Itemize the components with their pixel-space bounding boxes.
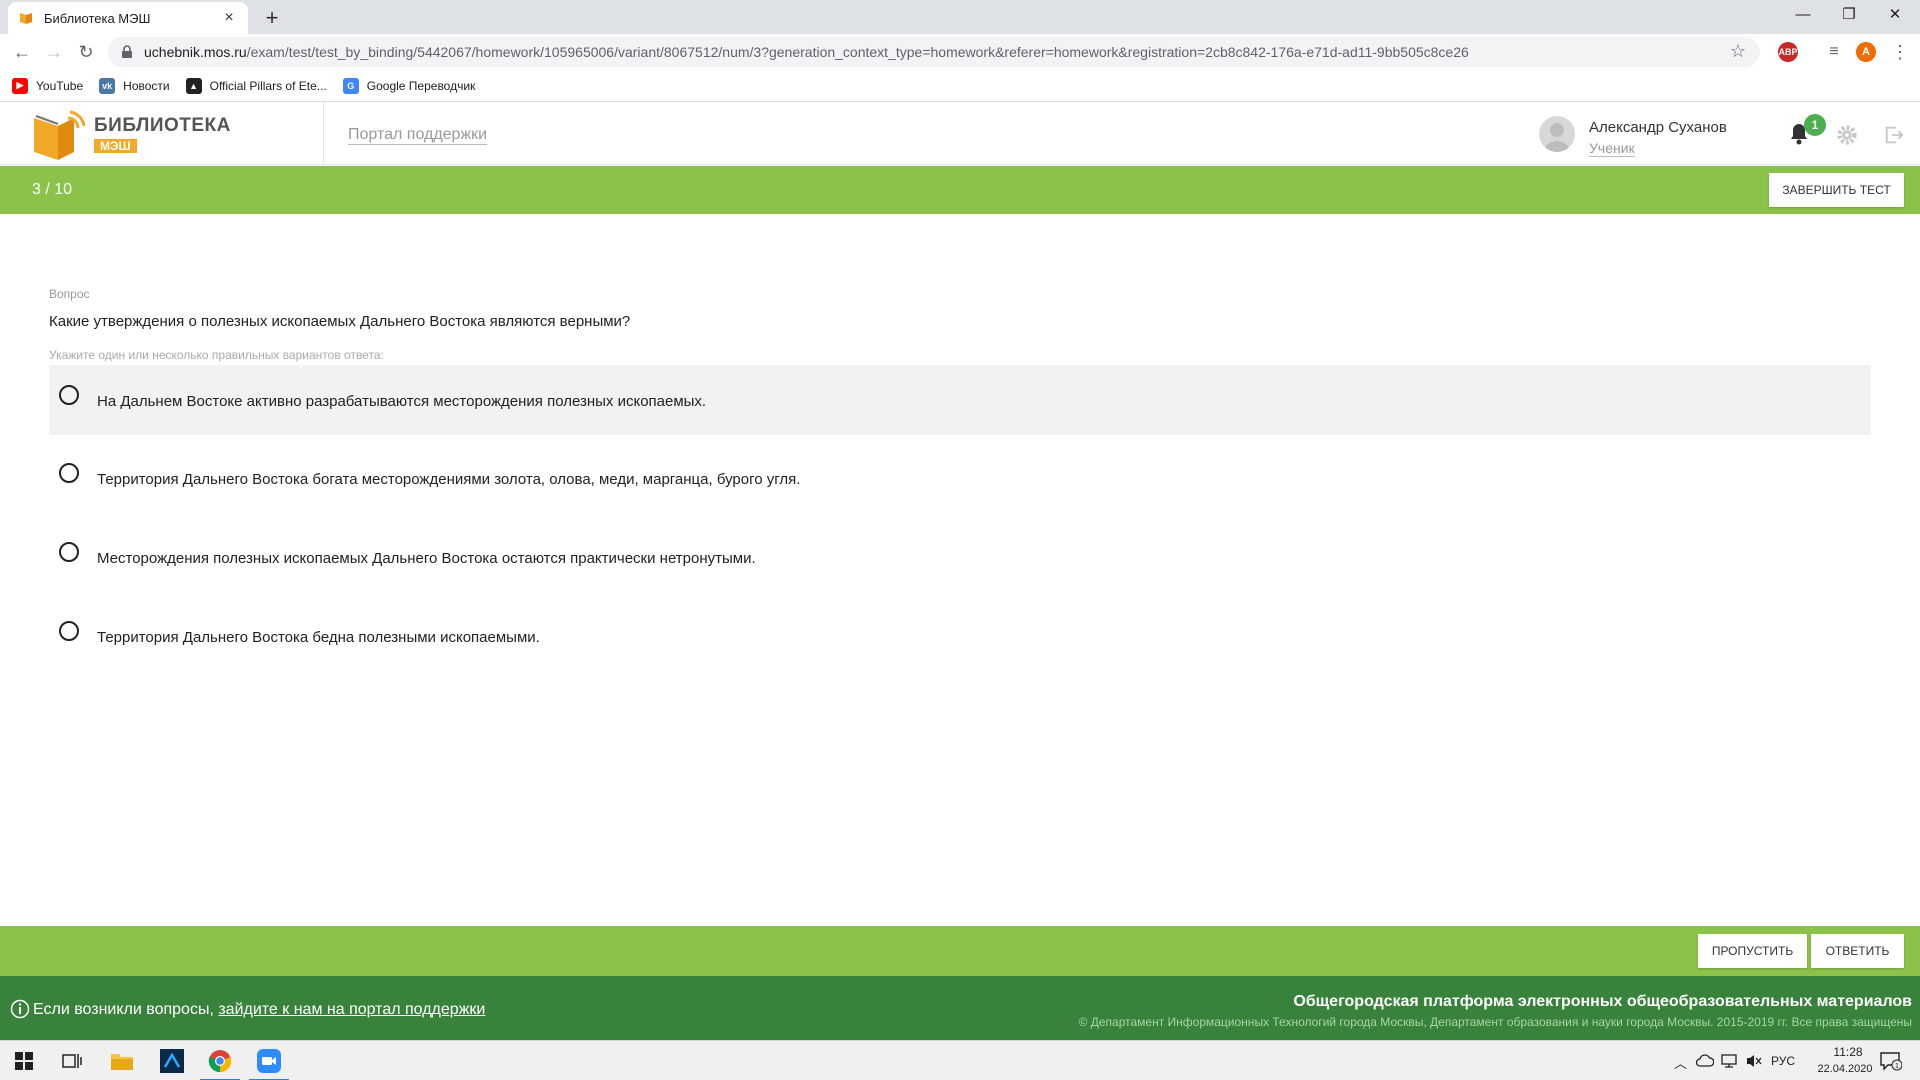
header-divider xyxy=(323,102,324,165)
logout-icon[interactable] xyxy=(1883,124,1905,146)
clock-time[interactable]: 11:28 xyxy=(1820,1045,1876,1059)
lock-icon xyxy=(122,45,132,58)
url-host: uchebnik.mos.ru xyxy=(144,44,247,60)
photoshop-app-icon[interactable] xyxy=(148,1041,196,1080)
clock-date[interactable]: 22.04.2020 xyxy=(1805,1063,1885,1075)
footer-help-prefix: Если возникли вопросы, xyxy=(33,1001,219,1018)
footer-help-text: Если возникли вопросы, зайдите к нам на … xyxy=(33,1001,485,1019)
skip-button[interactable]: ПРОПУСТИТЬ xyxy=(1698,934,1807,968)
site-footer: Если возникли вопросы, зайдите к нам на … xyxy=(0,976,1920,1040)
answer-text: Месторождения полезных ископаемых Дальне… xyxy=(97,550,756,567)
back-arrow-icon[interactable]: ← xyxy=(8,38,36,66)
tab-title: Библиотека МЭШ xyxy=(44,10,151,26)
question-text: Какие утверждения о полезных ископаемых … xyxy=(49,313,631,330)
zoom-app-icon[interactable] xyxy=(245,1041,293,1080)
windows-taskbar: ︿ РУС 11:28 22.04.2020 1 xyxy=(0,1040,1920,1080)
bookmark-novosti[interactable]: vk Новости xyxy=(99,77,170,94)
input-language-indicator[interactable]: РУС xyxy=(1771,1054,1795,1068)
user-silhouette-icon xyxy=(1544,123,1570,152)
browser-toolbar: ← → ↻ uchebnik.mos.ru/exam/test/test_by_… xyxy=(0,34,1920,70)
google-translate-icon: G xyxy=(342,77,359,94)
finish-test-button[interactable]: ЗАВЕРШИТЬ ТЕСТ xyxy=(1769,173,1904,207)
bookmark-youtube[interactable]: ▶ YouTube xyxy=(12,77,84,94)
bookmark-label: Official Pillars of Ete... xyxy=(209,78,327,93)
answer-hint: Укажите один или несколько правильных ва… xyxy=(49,348,384,362)
restore-button[interactable]: ❐ xyxy=(1826,0,1872,30)
question-counter: 3 / 10 xyxy=(32,181,73,198)
answer-option-1[interactable]: На Дальнем Востоке активно разрабатывают… xyxy=(49,365,1871,435)
action-center-count: 1 xyxy=(1895,1063,1899,1070)
bookmark-google-translate[interactable]: G Google Переводчик xyxy=(342,77,476,94)
bookmark-label: YouTube xyxy=(36,78,84,93)
forward-arrow-icon[interactable]: → xyxy=(40,38,68,66)
window-close-button[interactable]: ✕ xyxy=(1872,0,1918,30)
new-tab-button[interactable]: + xyxy=(258,4,286,32)
answer-text: На Дальнем Востоке активно разрабатывают… xyxy=(97,393,707,410)
network-icon[interactable] xyxy=(1720,1053,1738,1069)
answer-text: Территория Дальнего Востока богата место… xyxy=(97,471,801,488)
browser-tab[interactable]: Библиотека МЭШ × xyxy=(8,2,248,34)
minimize-button[interactable]: — xyxy=(1780,0,1826,30)
bookmark-label: Google Переводчик xyxy=(366,78,476,93)
gear-icon[interactable] xyxy=(1836,124,1858,146)
radio-button[interactable] xyxy=(59,621,79,641)
test-progress-bar: 3 / 10 ЗАВЕРШИТЬ ТЕСТ xyxy=(0,166,1920,214)
bookmarks-bar: ▶ YouTube vk Новости ▲ Official Pillars … xyxy=(0,70,1920,102)
answer-text: Территория Дальнего Востока бедна полезн… xyxy=(97,629,540,646)
pillars-icon: ▲ xyxy=(185,77,202,94)
question-caption: Вопрос xyxy=(49,287,90,301)
answer-option-2[interactable]: Территория Дальнего Востока богата место… xyxy=(49,443,1871,513)
youtube-icon: ▶ xyxy=(12,77,28,94)
logo-title: БИБЛИОТЕКА xyxy=(94,115,231,136)
task-view-icon[interactable] xyxy=(48,1041,96,1080)
bookmark-star-icon[interactable]: ☆ xyxy=(1730,41,1746,62)
support-portal-link[interactable]: Портал поддержки xyxy=(348,126,488,145)
user-name: Александр Суханов xyxy=(1589,119,1727,136)
close-icon[interactable]: × xyxy=(220,9,238,27)
radio-button[interactable] xyxy=(59,463,79,483)
tray-chevron-up-icon[interactable]: ︿ xyxy=(1674,1053,1687,1072)
adblock-extension-icon[interactable]: ABP xyxy=(1778,42,1798,62)
chrome-app-icon[interactable] xyxy=(196,1041,244,1080)
library-logo[interactable]: БИБЛИОТЕКА МЭШ xyxy=(30,108,320,162)
media-queue-icon[interactable]: ≡ xyxy=(1820,38,1848,66)
profile-avatar-icon[interactable]: A xyxy=(1856,42,1876,62)
radio-button[interactable] xyxy=(59,385,79,405)
vk-icon: vk xyxy=(99,77,116,94)
address-bar[interactable]: uchebnik.mos.ru/exam/test/test_by_bindin… xyxy=(108,37,1760,67)
radio-button[interactable] xyxy=(59,542,79,562)
notification-badge: 1 xyxy=(1804,114,1826,136)
answer-action-bar: ПРОПУСТИТЬ ОТВЕТИТЬ xyxy=(0,926,1920,976)
book-logo-icon xyxy=(34,110,86,160)
url-text: uchebnik.mos.ru/exam/test/test_by_bindin… xyxy=(144,44,1469,60)
footer-support-link[interactable]: зайдите к нам на портал поддержки xyxy=(218,1001,485,1018)
speaker-muted-icon[interactable] xyxy=(1745,1053,1763,1069)
user-role-link[interactable]: Ученик xyxy=(1589,140,1635,157)
answer-option-3[interactable]: Месторождения полезных ископаемых Дальне… xyxy=(49,522,1871,592)
info-icon xyxy=(10,999,30,1019)
logo-subtitle: МЭШ xyxy=(94,139,137,153)
browser-tabstrip: Библиотека МЭШ × + — ❐ ✕ xyxy=(0,0,1920,34)
site-header: БИБЛИОТЕКА МЭШ Портал поддержки Александ… xyxy=(0,102,1920,165)
footer-platform-title: Общегородская платформа электронных обще… xyxy=(1293,993,1912,1010)
windows-start-icon[interactable] xyxy=(0,1041,48,1080)
reload-icon[interactable]: ↻ xyxy=(72,38,100,66)
bookmark-label: Новости xyxy=(123,78,170,93)
menu-dots-icon[interactable]: ⋮ xyxy=(1886,38,1914,66)
file-explorer-icon[interactable] xyxy=(98,1041,146,1080)
bookmark-pillars[interactable]: ▲ Official Pillars of Ete... xyxy=(185,77,327,94)
onedrive-cloud-icon[interactable] xyxy=(1696,1054,1714,1068)
answer-option-4[interactable]: Территория Дальнего Востока бедна полезн… xyxy=(49,601,1871,671)
url-path: /exam/test/test_by_binding/5442067/homew… xyxy=(246,44,1469,60)
book-favicon-icon xyxy=(18,10,34,26)
footer-copyright: © Департамент Информационных Технологий … xyxy=(1078,1015,1912,1029)
user-avatar[interactable] xyxy=(1539,116,1575,152)
action-center-icon[interactable]: 1 xyxy=(1880,1051,1903,1071)
submit-answer-button[interactable]: ОТВЕТИТЬ xyxy=(1811,934,1904,968)
